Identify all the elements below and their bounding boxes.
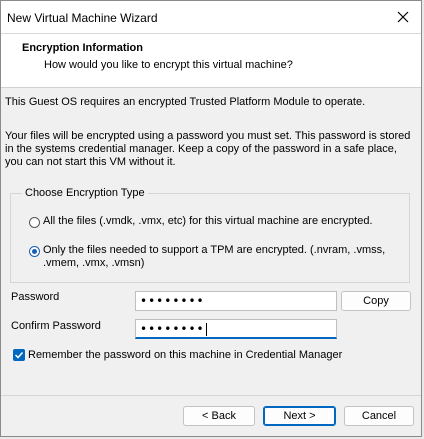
radio-button[interactable] <box>29 217 40 228</box>
description-text: Your files will be encrypted using a pas… <box>5 130 411 168</box>
copy-button[interactable]: Copy <box>341 291 411 311</box>
cancel-button-label: Cancel <box>361 410 397 422</box>
title-bar: New Virtual Machine Wizard <box>1 1 421 34</box>
confirm-password-field[interactable]: •••••••• <box>135 319 337 339</box>
intro-text: This Guest OS requires an encrypted Trus… <box>5 96 366 108</box>
cancel-button[interactable]: Cancel <box>344 406 414 426</box>
header-panel: Encryption Information How would you lik… <box>1 34 421 88</box>
next-button-label: Next > <box>283 410 316 422</box>
close-button[interactable] <box>385 1 421 33</box>
wizard-window: New Virtual Machine Wizard Encryption In… <box>0 0 422 437</box>
back-button[interactable]: < Back <box>183 406 255 426</box>
page-subtitle: How would you like to encrypt this virtu… <box>44 59 293 71</box>
remember-password-option[interactable]: Remember the password on this machine in… <box>13 349 342 361</box>
encryption-type-legend: Choose Encryption Type <box>22 187 148 199</box>
back-button-label: < Back <box>202 410 236 422</box>
copy-button-label: Copy <box>363 295 389 307</box>
password-value: •••••••• <box>140 294 205 308</box>
password-label: Password <box>11 291 60 303</box>
confirm-password-value: •••••••• <box>140 322 205 336</box>
page-title: Encryption Information <box>22 42 143 54</box>
remember-checkbox-label: Remember the password on this machine in… <box>28 349 343 361</box>
radio-label-encrypt-all: All the files (.vmdk, .vmx, etc) for thi… <box>43 215 373 227</box>
radio-button-selected[interactable] <box>29 246 40 257</box>
confirm-password-label: Confirm Password <box>11 320 101 332</box>
next-button[interactable]: Next > <box>263 406 336 426</box>
window-title: New Virtual Machine Wizard <box>7 11 158 25</box>
radio-encrypt-tpm-only[interactable]: Only the files needed to support a TPM a… <box>29 244 389 270</box>
checkmark-icon <box>14 351 24 359</box>
footer-divider <box>1 395 421 396</box>
close-icon <box>397 11 409 23</box>
remember-checkbox[interactable] <box>13 349 25 361</box>
radio-label-encrypt-tpm-only: Only the files needed to support a TPM a… <box>43 244 386 269</box>
password-field[interactable]: •••••••• <box>135 291 337 311</box>
radio-encrypt-all[interactable]: All the files (.vmdk, .vmx, etc) for thi… <box>29 215 373 228</box>
text-caret <box>205 323 207 336</box>
